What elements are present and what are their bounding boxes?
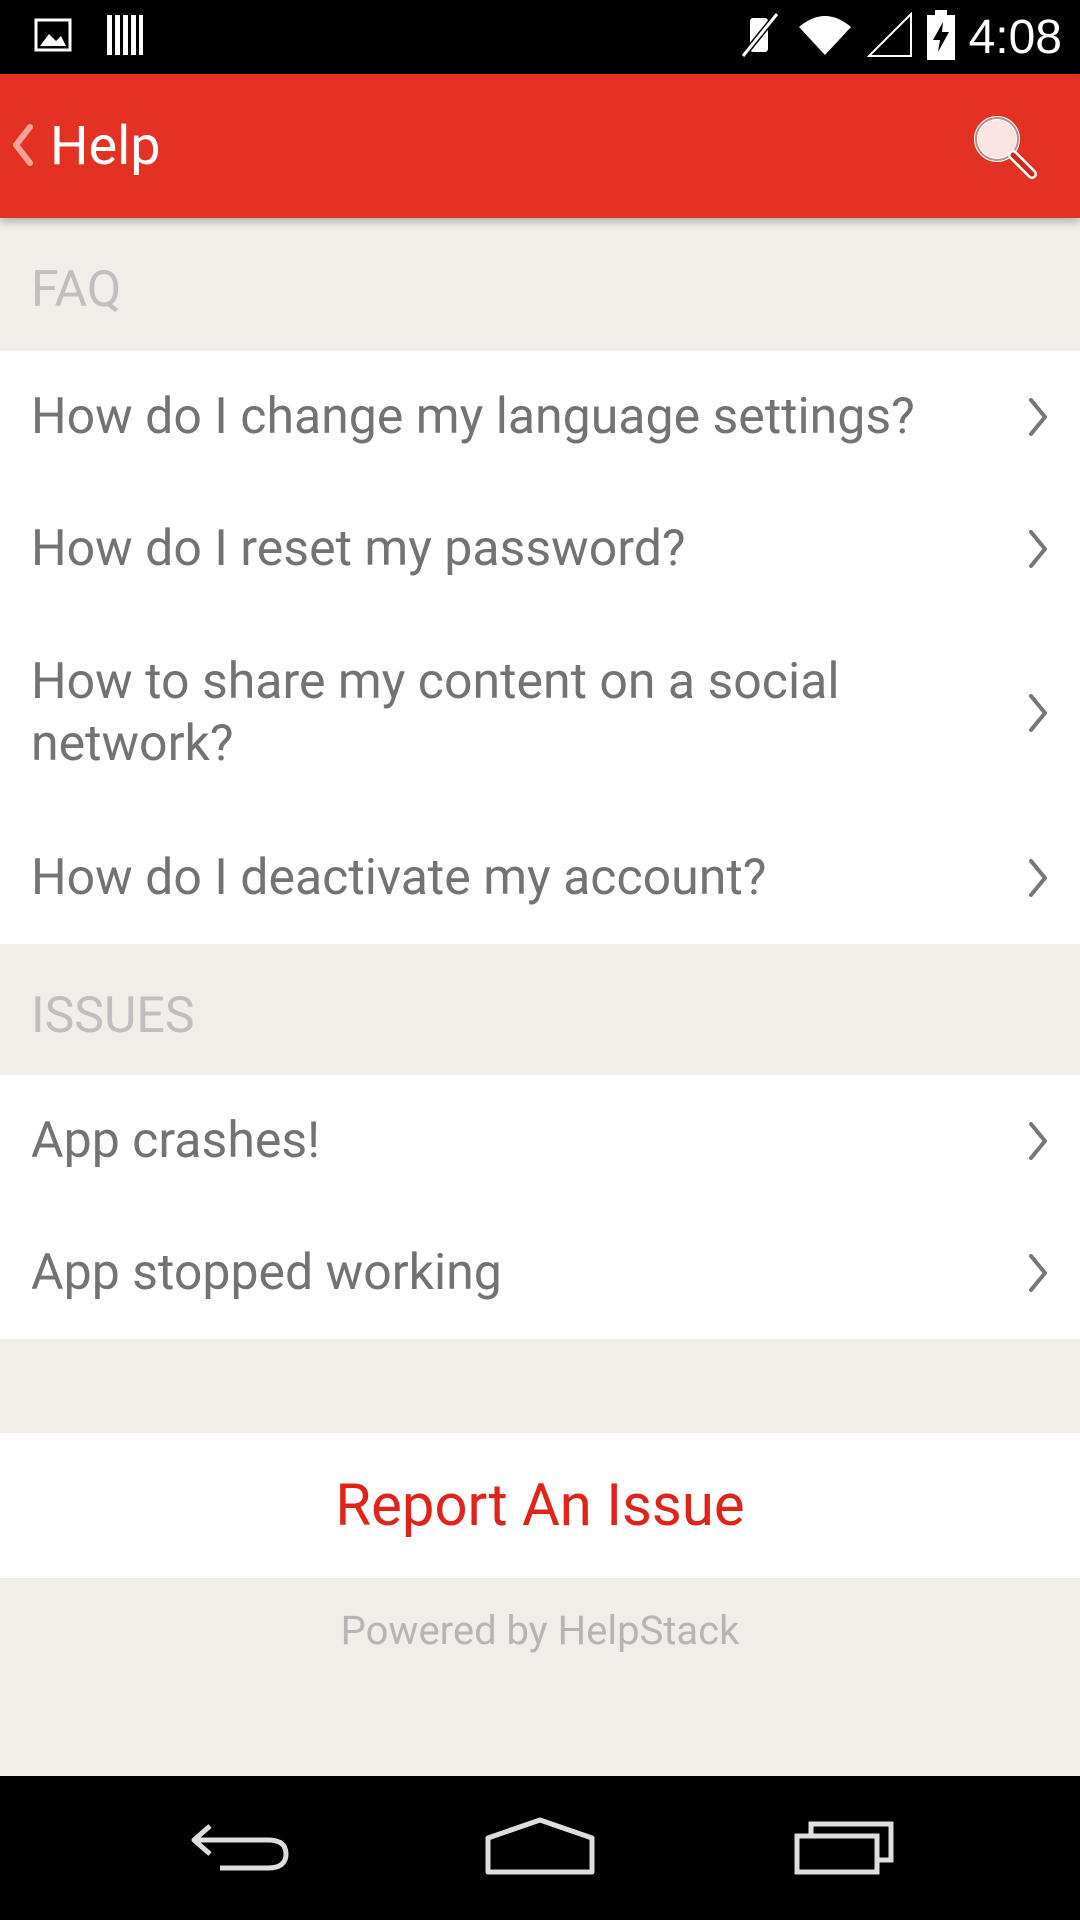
faq-item-label: How to share my content on a social netw…: [31, 653, 840, 773]
chevron-right-icon: [1028, 1121, 1048, 1161]
issue-item-label: App crashes!: [31, 1112, 321, 1170]
faq-item[interactable]: How do I deactivate my account?: [0, 811, 1080, 944]
signal-icon: [866, 11, 913, 62]
image-icon: [34, 18, 72, 56]
nav-recents-button[interactable]: [785, 1798, 905, 1898]
spacer: [0, 1339, 1080, 1433]
faq-item[interactable]: How to share my content on a social netw…: [0, 615, 1080, 811]
nav-back-button[interactable]: [180, 1798, 300, 1898]
status-bar: 4:08: [0, 0, 1080, 74]
issue-item-label: App stopped working: [31, 1244, 502, 1302]
chevron-right-icon: [1028, 397, 1048, 437]
chevron-right-icon: [1028, 858, 1048, 898]
chevron-left-icon[interactable]: [10, 121, 34, 169]
report-issue-label: Report An Issue: [335, 1471, 745, 1540]
faq-item-label: How do I change my language settings?: [31, 388, 915, 446]
chevron-right-icon: [1028, 1253, 1048, 1293]
powered-by-label: Powered by HelpStack: [340, 1607, 740, 1654]
navigation-bar: [0, 1776, 1080, 1920]
battery-charging-icon: [926, 10, 955, 64]
wifi-icon: [797, 13, 853, 61]
faq-item-label: How do I deactivate my account?: [31, 848, 767, 907]
issue-item[interactable]: App crashes!: [0, 1075, 1080, 1207]
issue-item[interactable]: App stopped working: [0, 1207, 1080, 1339]
status-time: 4:08: [968, 10, 1062, 64]
home-icon: [484, 1816, 596, 1880]
search-icon: [968, 116, 1040, 186]
faq-item[interactable]: How do I change my language settings?: [0, 351, 1080, 483]
vibrate-off-icon: [737, 10, 783, 64]
page-title[interactable]: Help: [50, 114, 161, 180]
issues-section-header: ISSUES: [0, 944, 1080, 1075]
report-issue-button[interactable]: Report An Issue: [0, 1433, 1080, 1578]
chevron-right-icon: [1028, 693, 1048, 733]
back-icon: [188, 1816, 292, 1880]
chevron-right-icon: [1028, 529, 1048, 569]
recents-icon: [793, 1816, 897, 1880]
action-bar: Help: [0, 74, 1080, 218]
barcode-icon: [106, 13, 144, 61]
faq-section-header: FAQ: [0, 218, 1080, 351]
faq-header-label: FAQ: [31, 261, 122, 319]
faq-list: How do I change my language settings? Ho…: [0, 351, 1080, 944]
search-button[interactable]: [968, 110, 1040, 182]
powered-by-footer: Powered by HelpStack: [0, 1578, 1080, 1683]
help-content: FAQ How do I change my language settings…: [0, 218, 1080, 1683]
issues-list: App crashes! App stopped working: [0, 1075, 1080, 1339]
faq-item-label: How do I reset my password?: [31, 520, 686, 578]
faq-item[interactable]: How do I reset my password?: [0, 483, 1080, 615]
nav-home-button[interactable]: [480, 1798, 600, 1898]
issues-header-label: ISSUES: [31, 987, 195, 1045]
